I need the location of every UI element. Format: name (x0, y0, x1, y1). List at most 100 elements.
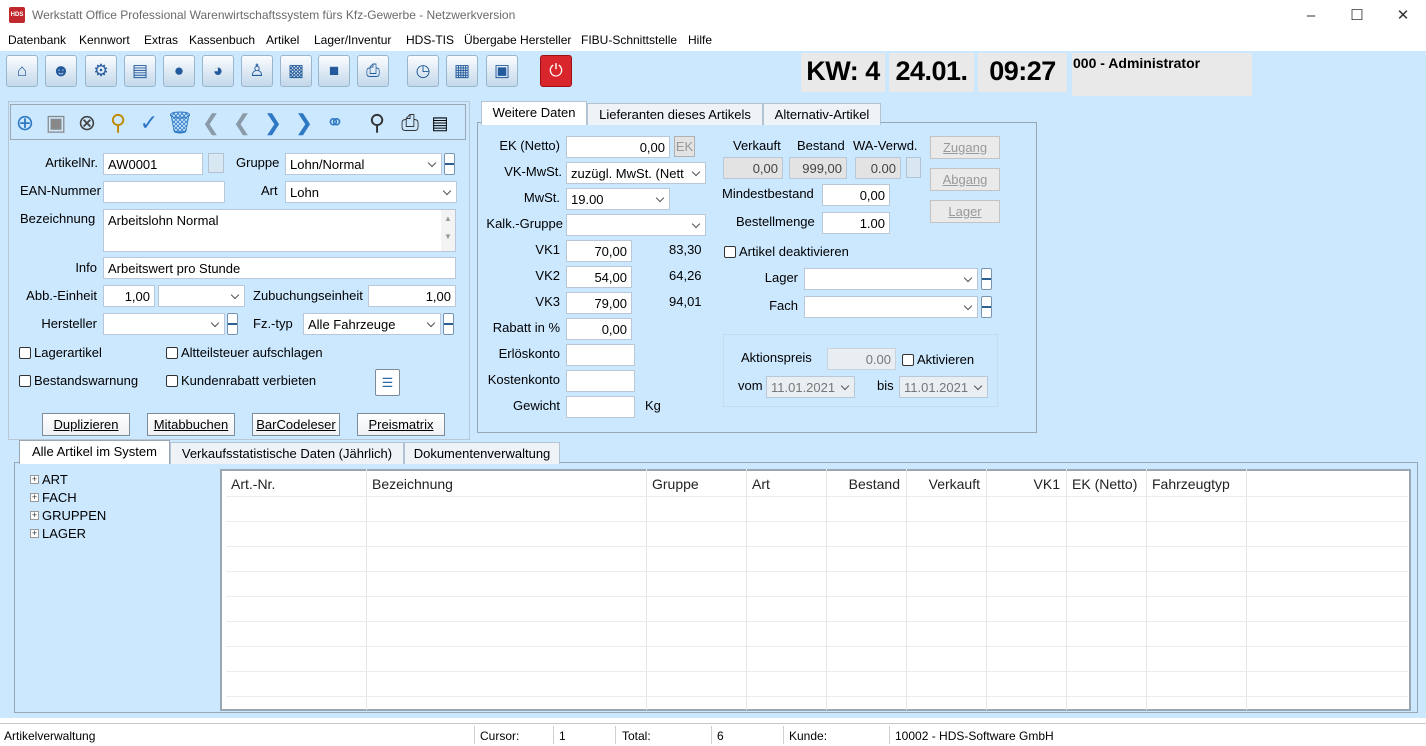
delete-icon[interactable]: 🗑 (165, 108, 195, 138)
gruppe-stepper[interactable] (444, 153, 455, 175)
printer-icon[interactable]: ⎙ (357, 55, 389, 87)
menu-hilfe[interactable]: Hilfe (688, 33, 712, 47)
hersteller-select[interactable] (103, 313, 225, 335)
car-icon[interactable]: ■ (318, 55, 350, 87)
textarea-scrollbar[interactable]: ▲ ▼ (441, 210, 455, 251)
duplizieren-button[interactable]: Duplizieren (42, 413, 130, 436)
fztyp-select[interactable]: Alle Fahrzeuge (303, 313, 441, 335)
expand-icon[interactable]: + (30, 475, 39, 484)
checkbox-box[interactable] (166, 374, 178, 387)
tree-item-lager[interactable]: + LAGER (30, 526, 86, 541)
users-icon[interactable]: ☻ (45, 55, 77, 87)
barcode-icon[interactable]: ▤ (425, 108, 455, 138)
vom-date[interactable]: 11.01.2021 (766, 376, 855, 398)
column-header-verkauft[interactable]: Verkauft (906, 476, 980, 492)
document-icon[interactable] (906, 157, 921, 178)
tab-verkaufsstatistik[interactable]: Verkaufsstatistische Daten (Jährlich) (170, 442, 404, 464)
bar-chart-icon[interactable]: ▩ (280, 55, 312, 87)
menu-fibu-schnittstelle[interactable]: FIBU-Schnittstelle (581, 33, 677, 47)
home-icon[interactable]: ⌂ (6, 55, 38, 87)
tree-item-gruppen[interactable]: + GRUPPEN (30, 508, 106, 523)
person-icon[interactable]: ♙ (241, 55, 273, 87)
zugang-button[interactable]: Zugang (930, 136, 1000, 159)
vkmwst-select[interactable]: zuzügl. MwSt. (Nett (566, 162, 706, 184)
barcodeleser-button[interactable]: BarCodeleser (252, 413, 340, 436)
tab-dokumentenverwaltung[interactable]: Dokumentenverwaltung (404, 442, 560, 464)
lager-button[interactable]: Lager (930, 200, 1000, 223)
tab-weitere-daten[interactable]: Weitere Daten (481, 101, 587, 125)
menu-uebergabe-hersteller[interactable]: Übergabe Hersteller (464, 33, 571, 47)
power-icon[interactable]: ⏻ (540, 55, 572, 87)
tab-alternativ-artikel[interactable]: Alternativ-Artikel (763, 103, 881, 125)
cancel-icon[interactable]: ⊗ (72, 108, 102, 138)
bestandswarnung-checkbox[interactable]: Bestandswarnung (19, 373, 138, 388)
zoom-icon[interactable]: ⚲ (362, 108, 392, 138)
checkbox-box[interactable] (166, 346, 178, 359)
lager-select[interactable] (804, 268, 978, 290)
mwst-select[interactable]: 19.00 (566, 188, 670, 210)
rabatt-field[interactable]: 0,00 (566, 318, 632, 340)
vk1-field[interactable]: 70,00 (566, 240, 632, 262)
calendar-icon[interactable]: ▦ (446, 55, 478, 87)
menu-hds-tis[interactable]: HDS-TIS (406, 33, 454, 47)
hersteller-stepper[interactable] (227, 313, 238, 335)
column-header-art[interactable]: Art (752, 476, 770, 492)
gewicht-field[interactable] (566, 396, 635, 418)
bis-date[interactable]: 11.01.2021 (899, 376, 988, 398)
tab-alle-artikel[interactable]: Alle Artikel im System (19, 440, 170, 464)
menu-kassenbuch[interactable]: Kassenbuch (189, 33, 255, 47)
lager-stepper[interactable] (981, 268, 992, 290)
checkbox-box[interactable] (19, 374, 31, 387)
menu-extras[interactable]: Extras (144, 33, 178, 47)
aktivieren-checkbox[interactable]: Aktivieren (902, 352, 974, 367)
expand-icon[interactable]: + (30, 511, 39, 520)
deaktivieren-checkbox[interactable]: Artikel deaktivieren (724, 244, 849, 259)
lagerartikel-checkbox[interactable]: Lagerartikel (19, 345, 102, 360)
expand-icon[interactable]: + (30, 529, 39, 538)
last-record-icon[interactable]: ❯ (289, 108, 319, 138)
column-header-vk1[interactable]: VK1 (986, 476, 1060, 492)
document-icon[interactable] (208, 153, 224, 173)
add-icon[interactable]: ⊕ (10, 108, 40, 138)
globe-icon[interactable]: ● (163, 55, 195, 87)
aktionspreis-field[interactable]: 0.00 (827, 348, 896, 370)
menu-artikel[interactable]: Artikel (266, 33, 299, 47)
bezeichnung-textarea[interactable]: Arbeitslohn Normal (103, 209, 456, 252)
settings-gear-icon[interactable]: ⚙ (85, 55, 117, 87)
mindestbestand-field[interactable]: 0,00 (822, 184, 890, 206)
art-select[interactable]: Lohn (285, 181, 457, 203)
tree-item-art[interactable]: + ART (30, 472, 68, 487)
tab-lieferanten[interactable]: Lieferanten dieses Artikels (587, 103, 763, 125)
altteilsteuer-checkbox[interactable]: Altteilsteuer aufschlagen (166, 345, 323, 360)
ek-field[interactable]: 0,00 (566, 136, 670, 158)
next-record-icon[interactable]: ❯ (258, 108, 288, 138)
column-header-artnr[interactable]: Art.-Nr. (231, 476, 275, 492)
kundenrabatt-checkbox[interactable]: Kundenrabatt verbieten (166, 373, 316, 388)
kalk-gruppe-select[interactable] (566, 214, 706, 236)
search-check-icon[interactable]: ✓ (134, 108, 164, 138)
tree-item-fach[interactable]: + FACH (30, 490, 77, 505)
zubuchung-field[interactable]: 1,00 (368, 285, 456, 307)
print-icon[interactable]: ⎙ (395, 108, 425, 138)
checkbox-box[interactable] (19, 346, 31, 359)
erloeskonto-field[interactable] (566, 344, 635, 366)
previous-record-icon[interactable]: ❮ (227, 108, 257, 138)
menu-kennwort[interactable]: Kennwort (79, 33, 130, 47)
vk2-field[interactable]: 54,00 (566, 266, 632, 288)
abgang-button[interactable]: Abgang (930, 168, 1000, 191)
abb-einheit-select[interactable] (158, 285, 245, 307)
mitabbuchen-button[interactable]: Mitabbuchen (147, 413, 235, 436)
articles-table[interactable] (220, 469, 1411, 711)
column-header-bezeichnung[interactable]: Bezeichnung (372, 476, 453, 492)
column-header-ek-netto[interactable]: EK (Netto) (1072, 476, 1137, 492)
fach-stepper[interactable] (981, 296, 992, 318)
checkbox-box[interactable] (902, 353, 914, 366)
documents-icon[interactable]: ▤ (124, 55, 156, 87)
artikelnr-field[interactable]: AW0001 (103, 153, 203, 175)
bestellmenge-field[interactable]: 1.00 (822, 212, 890, 234)
info-bubble-icon[interactable]: ⚭ (320, 108, 350, 138)
gruppe-select[interactable]: Lohn/Normal (285, 153, 442, 175)
checkbox-box[interactable] (724, 245, 736, 258)
search-icon[interactable]: ⚲ (103, 108, 133, 138)
ek-button[interactable]: EK (674, 136, 695, 157)
